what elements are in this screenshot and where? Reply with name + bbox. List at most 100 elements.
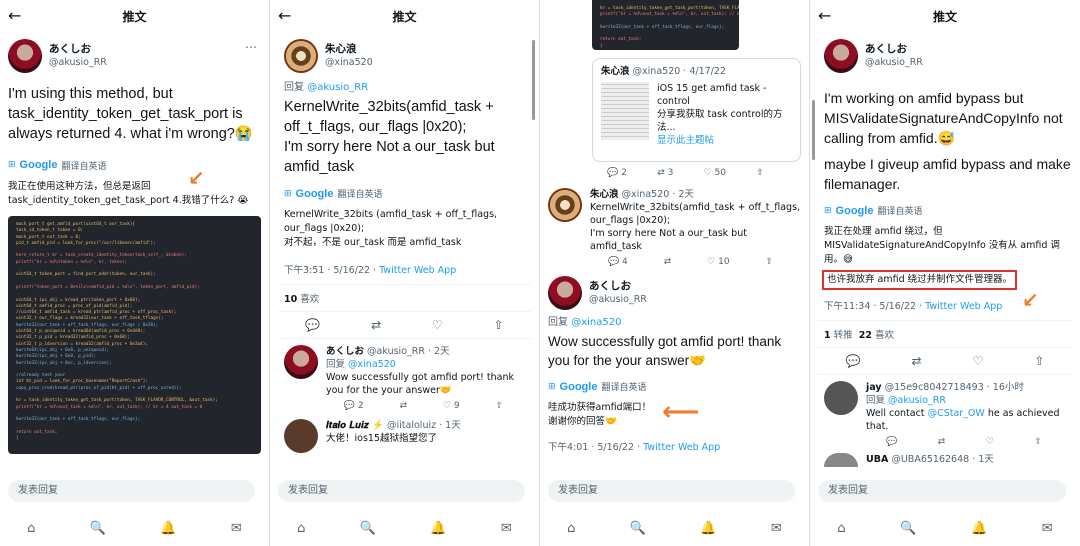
search-icon[interactable]: 🔍	[900, 521, 916, 536]
back-arrow-icon[interactable]: ←	[8, 6, 21, 26]
home-icon[interactable]: ⌂	[567, 521, 575, 536]
tweet-time: 下午11:34 · 5/16/22 ·	[824, 301, 926, 312]
reply-icon[interactable]: 💬 2	[344, 401, 364, 411]
translate-label: 翻译自英语	[877, 207, 923, 217]
tweet-author[interactable]: あくしお @akusio_RR	[540, 273, 809, 313]
reply-tweet[interactable]: 𝑰𝒕𝒂𝒍𝒐 𝑳𝒖𝒊𝒛 ⚡ @iitaloluiz · 1天 大佬！ios15越狱…	[270, 419, 539, 453]
search-icon[interactable]: 🔍	[90, 521, 106, 536]
retweet-icon[interactable]: ⇄	[664, 257, 672, 267]
reply-icon[interactable]: 💬	[305, 318, 320, 332]
reply-icon[interactable]: 💬	[886, 437, 897, 447]
tweet-author[interactable]: あくしお @akusio_RR	[810, 36, 1080, 76]
search-icon[interactable]: 🔍	[360, 521, 376, 536]
retweet-icon[interactable]: ⇄	[400, 401, 408, 411]
reply-prefix: 回复	[548, 317, 568, 328]
avatar[interactable]	[8, 39, 42, 73]
back-arrow-icon[interactable]: ←	[278, 6, 291, 26]
reply-mention[interactable]: @xina520	[571, 317, 621, 328]
avatar[interactable]	[548, 276, 582, 310]
tweet-text-2: maybe I giveup amfid bypass and make fil…	[824, 156, 1071, 192]
bottom-nav: ⌂ 🔍 🔔 ✉	[270, 516, 539, 540]
tweet-actions: 💬 ⇄ ♡ ⇧	[270, 318, 539, 332]
avatar[interactable]	[284, 419, 318, 453]
avatar[interactable]	[548, 188, 582, 222]
reply-tweet[interactable]: あくしお @akusio_RR · 2天 回复 @xina520 Wow suc…	[270, 345, 539, 411]
tweet-stats[interactable]: 1 转推 22 喜欢	[810, 327, 1080, 341]
reply-mention[interactable]: @akusio_RR	[307, 82, 368, 93]
translation-text-2: 也许我放弃 amfid 绕过并制作文件管理器。	[827, 274, 1013, 285]
reply-input[interactable]: 发表回复	[548, 480, 795, 502]
avatar[interactable]	[824, 39, 858, 73]
translate-row[interactable]: ⊞ Google 翻译自英语	[810, 204, 1080, 218]
translate-row[interactable]: ⊞ Google 翻译自英语	[270, 187, 539, 201]
avatar[interactable]	[824, 453, 858, 467]
share-icon[interactable]: ⇧	[756, 168, 764, 178]
retweet-icon[interactable]: ⇄	[371, 318, 381, 332]
share-icon[interactable]: ⇧	[1034, 437, 1042, 447]
notifications-icon[interactable]: 🔔	[160, 521, 176, 536]
messages-icon[interactable]: ✉	[231, 521, 242, 536]
share-icon[interactable]: ⇧	[494, 318, 504, 332]
translate-row[interactable]: ⊞ Google 翻译自英语	[540, 380, 809, 394]
tweet-stats[interactable]: 10 喜欢	[270, 291, 539, 305]
share-icon[interactable]: ⇧	[765, 257, 773, 267]
reply-input[interactable]: 发表回复	[278, 480, 525, 502]
like-icon[interactable]: ♡ 9	[443, 401, 460, 411]
reply-prefix: 回复	[326, 359, 346, 370]
avatar[interactable]	[284, 345, 318, 379]
share-icon[interactable]: ⇧	[1034, 354, 1044, 368]
retweet-icon[interactable]: ⇄ 3	[657, 168, 673, 178]
like-icon[interactable]: ♡	[986, 437, 994, 447]
home-icon[interactable]: ⌂	[837, 521, 845, 536]
parent-tweet[interactable]: 朱心浪 @xina520 · 2天 KernelWrite_32bits(amf…	[540, 188, 809, 267]
like-icon[interactable]: ♡ 50	[704, 168, 726, 178]
avatar[interactable]	[284, 39, 318, 73]
notifications-icon[interactable]: 🔔	[971, 521, 987, 536]
tweet-source[interactable]: Twitter Web App	[925, 301, 1002, 312]
code-line: kwrite32(our_task + off_task_tflags, our…	[600, 24, 725, 30]
avatar[interactable]	[824, 381, 858, 415]
notifications-icon[interactable]: 🔔	[430, 521, 446, 536]
top-bar: ← 推文	[270, 0, 539, 32]
reply-mention[interactable]: @akusio_RR	[888, 395, 946, 406]
code-screenshot[interactable]: kr = task_identity_token_get_task_port(t…	[592, 0, 739, 50]
reply-author-name: 朱心浪	[590, 189, 619, 200]
tweet-text: Wow successfully got amfid port! thank y…	[548, 334, 782, 368]
reply-tweet[interactable]: UBA @UBA65162648 · 1天	[810, 453, 1080, 467]
translate-row[interactable]: ⊞ Google 翻译自英语	[0, 158, 269, 172]
tweet-source[interactable]: Twitter Web App	[643, 442, 720, 453]
tweet-author[interactable]: あくしお @akusio_RR	[0, 36, 269, 76]
share-icon[interactable]: ⇧	[495, 401, 503, 411]
back-arrow-icon[interactable]: ←	[818, 6, 831, 26]
like-icon[interactable]: ♡ 10	[707, 257, 729, 267]
author-name: 朱心浪	[325, 43, 357, 55]
bottom-nav: ⌂ 🔍 🔔 ✉	[0, 516, 269, 540]
reply-tweet[interactable]: jay @15e9c8042718493 · 16小时 回复 @akusio_R…	[810, 381, 1080, 447]
quoted-tweet[interactable]: 朱心浪 @xina520 · 4/17/22 iOS 15 get amfid …	[592, 58, 801, 162]
reply-icon[interactable]: 💬	[846, 354, 861, 368]
messages-icon[interactable]: ✉	[501, 521, 512, 536]
notifications-icon[interactable]: 🔔	[700, 521, 716, 536]
messages-icon[interactable]: ✉	[771, 521, 782, 536]
reply-text-mention[interactable]: @CStar_OW	[928, 408, 985, 419]
messages-icon[interactable]: ✉	[1042, 521, 1053, 536]
reply-mention[interactable]: @xina520	[348, 359, 396, 370]
reply-input[interactable]: 发表回复	[818, 480, 1066, 502]
tweet-author[interactable]: 朱心浪 @xina520	[270, 36, 539, 76]
retweet-icon[interactable]: ⇄	[912, 354, 922, 368]
author-name: あくしお	[589, 280, 631, 292]
like-icon[interactable]: ♡	[973, 354, 984, 368]
retweet-icon[interactable]: ⇄	[938, 437, 946, 447]
like-icon[interactable]: ♡	[432, 318, 443, 332]
more-icon[interactable]: ⋯	[245, 40, 257, 54]
home-icon[interactable]: ⌂	[27, 521, 35, 536]
translate-icon: ⊞	[284, 188, 292, 199]
reply-icon[interactable]: 💬 2	[607, 168, 627, 178]
code-screenshot[interactable]: mach_port_t get_amfid_port(uint64_t our_…	[8, 216, 261, 454]
tweet-source[interactable]: Twitter Web App	[379, 265, 456, 276]
reply-icon[interactable]: 💬 4	[608, 257, 628, 267]
search-icon[interactable]: 🔍	[630, 521, 646, 536]
author-handle: @akusio_RR	[865, 57, 923, 68]
reply-input[interactable]: 发表回复	[8, 480, 255, 502]
home-icon[interactable]: ⌂	[297, 521, 305, 536]
